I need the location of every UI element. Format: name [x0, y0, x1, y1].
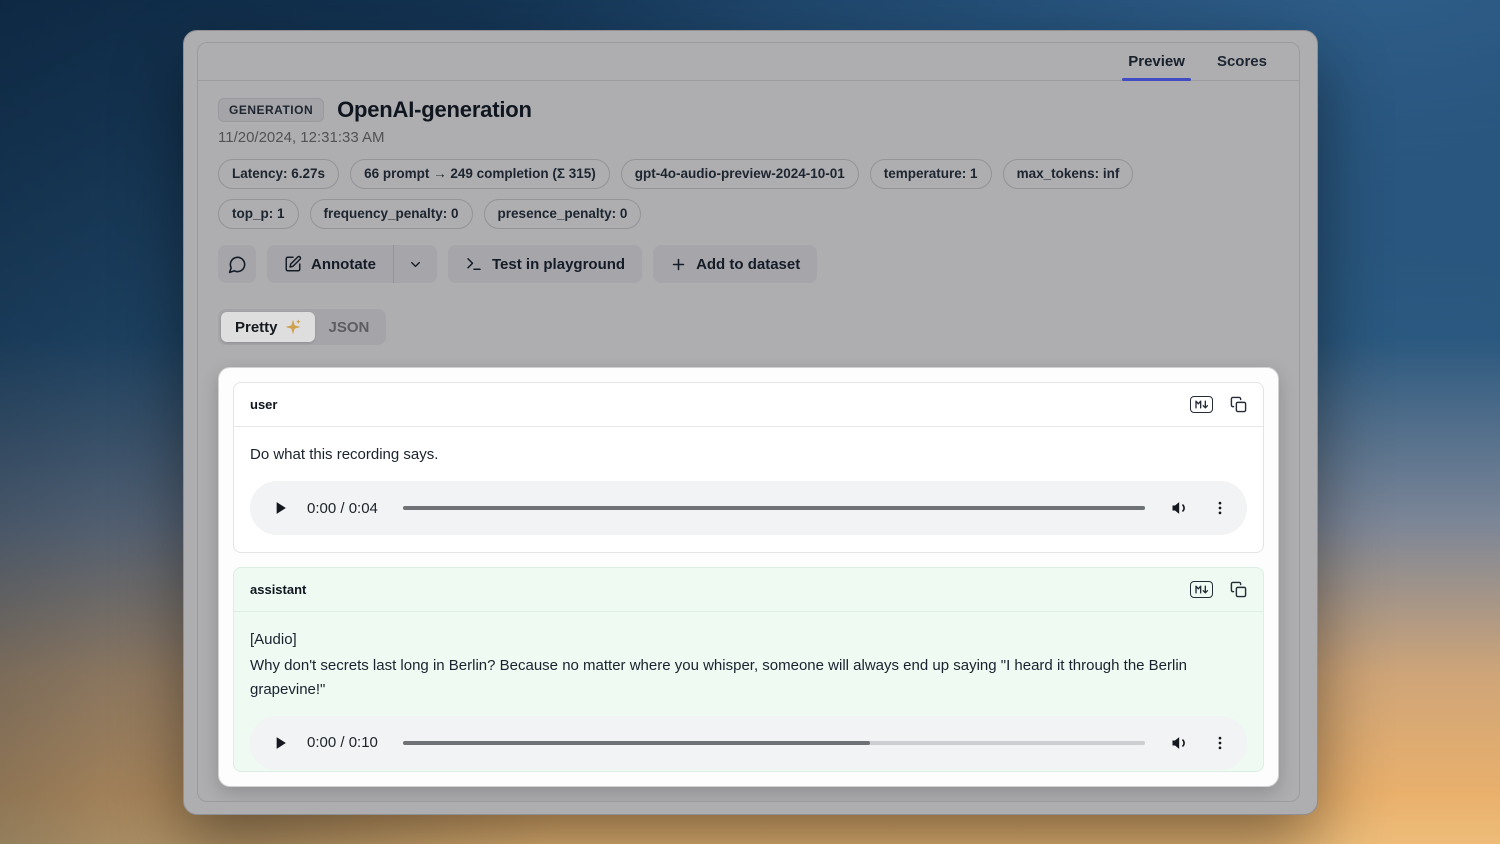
title-row: GENERATION OpenAI-generation: [218, 97, 1279, 123]
badge-tokens: 66 prompt → 249 completion (Σ 315): [350, 159, 610, 189]
pretty-label: Pretty: [235, 319, 278, 336]
volume-icon[interactable]: [1170, 733, 1190, 753]
add-to-dataset-label: Add to dataset: [696, 256, 800, 273]
add-to-dataset-button[interactable]: Add to dataset: [653, 245, 817, 283]
tab-scores[interactable]: Scores: [1205, 43, 1279, 80]
annotate-label: Annotate: [311, 256, 376, 273]
user-message-body: Do what this recording says. 0:00 / 0:04: [234, 427, 1263, 552]
badge-frequency-penalty: frequency_penalty: 0: [310, 199, 473, 229]
edit-icon: [284, 255, 302, 273]
play-icon[interactable]: [270, 733, 290, 753]
badge-model: gpt-4o-audio-preview-2024-10-01: [621, 159, 859, 189]
plus-icon: [670, 256, 687, 273]
metadata-badges: Latency: 6.27s 66 prompt → 249 completio…: [218, 159, 1218, 229]
audio-time: 0:00 / 0:04: [307, 500, 403, 517]
message-card-user: user Do what this recording says.: [233, 382, 1264, 553]
badge-latency: Latency: 6.27s: [218, 159, 339, 189]
assistant-message-header: assistant: [234, 568, 1263, 612]
assistant-audio-tag: [Audio]: [250, 628, 1247, 653]
audio-time: 0:00 / 0:10: [307, 734, 403, 751]
annotate-button[interactable]: Annotate: [267, 245, 393, 283]
test-in-playground-label: Test in playground: [492, 256, 625, 273]
badge-temperature: temperature: 1: [870, 159, 992, 189]
badge-presence-penalty: presence_penalty: 0: [484, 199, 642, 229]
assistant-message-body: [Audio] Why don't secrets last long in B…: [234, 612, 1263, 772]
page-title: OpenAI-generation: [337, 97, 532, 123]
audio-seek-bar[interactable]: [403, 741, 1145, 745]
role-label: user: [250, 397, 277, 412]
panel-body: GENERATION OpenAI-generation 11/20/2024,…: [198, 81, 1299, 801]
assistant-audio-player: 0:00 / 0:10: [250, 716, 1247, 770]
chevron-down-icon: [408, 257, 423, 272]
audio-seek-bar[interactable]: [403, 506, 1145, 510]
user-message-header: user: [234, 383, 1263, 427]
role-label: assistant: [250, 582, 306, 597]
audio-progress-fill: [403, 741, 870, 745]
sparkles-icon: [285, 319, 301, 335]
io-preview-container: user Do what this recording says.: [218, 367, 1279, 787]
audio-progress-fill: [403, 506, 1145, 510]
message-card-assistant: assistant [Audio] Why don't secret: [233, 567, 1264, 772]
action-toolbar: Annotate Test in playground: [218, 245, 1279, 283]
user-message-text: Do what this recording says.: [250, 443, 1247, 468]
markdown-toggle-icon[interactable]: [1190, 396, 1213, 413]
copy-icon[interactable]: [1230, 396, 1247, 413]
json-label: JSON: [329, 319, 370, 336]
comment-icon: [228, 255, 247, 274]
more-options-icon[interactable]: [1211, 499, 1229, 517]
panel-header: Preview Scores: [198, 43, 1299, 81]
badge-max-tokens: max_tokens: inf: [1003, 159, 1134, 189]
terminal-icon: [465, 255, 483, 273]
timestamp: 11/20/2024, 12:31:33 AM: [218, 129, 1279, 146]
observation-type-badge: GENERATION: [218, 98, 324, 122]
toggle-pretty[interactable]: Pretty: [221, 312, 315, 342]
trace-detail-sheet: Preview Scores GENERATION OpenAI-generat…: [183, 30, 1318, 815]
copy-icon[interactable]: [1230, 581, 1247, 598]
user-audio-player: 0:00 / 0:04: [250, 481, 1247, 535]
tab-preview[interactable]: Preview: [1116, 43, 1197, 80]
view-mode-toggle: Pretty JSON: [218, 309, 386, 345]
annotate-dropdown-button[interactable]: [393, 245, 437, 283]
trace-detail-panel: Preview Scores GENERATION OpenAI-generat…: [197, 42, 1300, 802]
volume-icon[interactable]: [1170, 498, 1190, 518]
more-options-icon[interactable]: [1211, 734, 1229, 752]
markdown-toggle-icon[interactable]: [1190, 581, 1213, 598]
annotate-split-button: Annotate: [267, 245, 437, 283]
toggle-json[interactable]: JSON: [315, 312, 384, 342]
assistant-message-text: Why don't secrets last long in Berlin? B…: [250, 654, 1247, 703]
test-in-playground-button[interactable]: Test in playground: [448, 245, 642, 283]
active-tab-indicator: [1122, 78, 1191, 81]
tab-scores-label: Scores: [1217, 53, 1267, 70]
play-icon[interactable]: [270, 498, 290, 518]
tab-preview-label: Preview: [1128, 53, 1185, 70]
comment-button[interactable]: [218, 245, 256, 283]
badge-top-p: top_p: 1: [218, 199, 299, 229]
